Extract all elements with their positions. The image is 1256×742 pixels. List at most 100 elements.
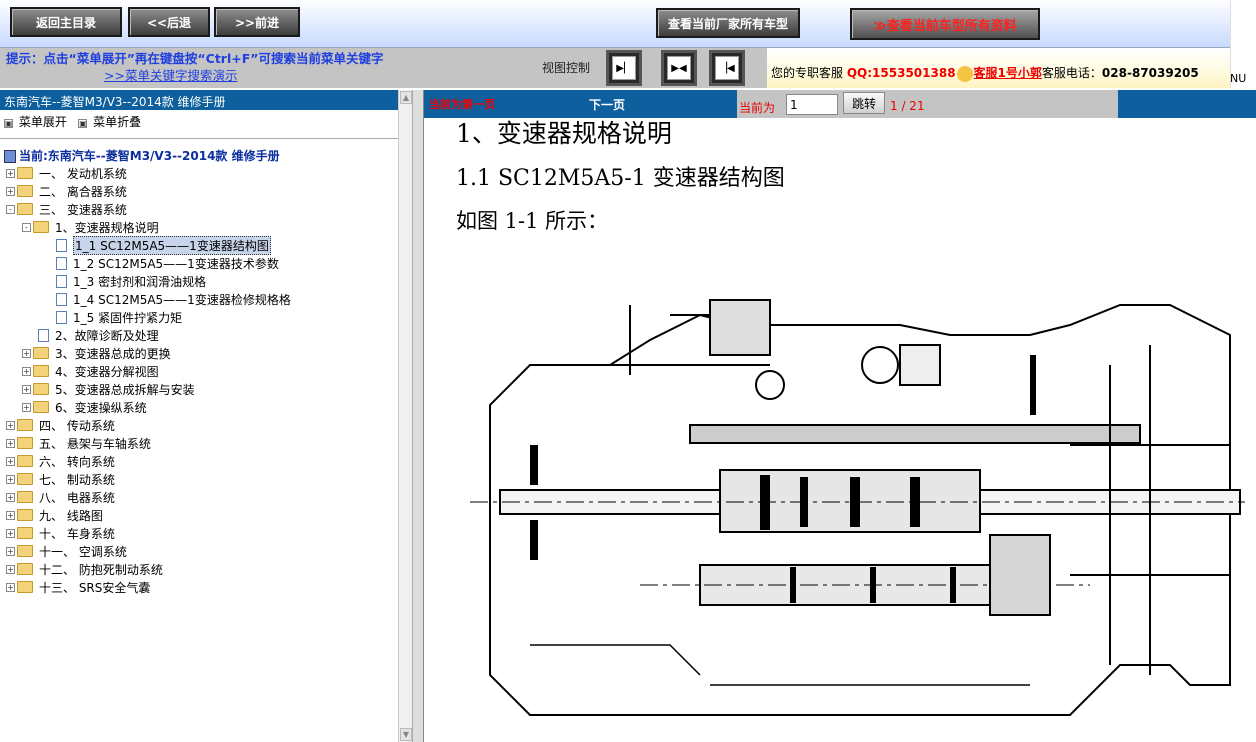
tree-item-label: 十一、 空调系统: [39, 544, 127, 559]
tree-item-label: 九、 线路图: [39, 508, 103, 523]
document-icon: [56, 292, 67, 306]
expand-node-icon[interactable]: +: [6, 474, 15, 484]
view-expand-right-button[interactable]: ▶▏: [606, 50, 642, 86]
tree-item[interactable]: 1_5 紧固件拧紧力矩: [56, 308, 182, 326]
tree-item-label: 十三、 SRS安全气囊: [39, 580, 151, 595]
current-page-label: 当前为: [739, 101, 776, 115]
expand-node-icon[interactable]: +: [22, 348, 31, 358]
back-button[interactable]: <<后退: [128, 7, 210, 37]
folder-icon: [17, 419, 33, 431]
expand-node-icon[interactable]: +: [6, 564, 15, 574]
expand-node-icon[interactable]: +: [6, 528, 15, 538]
back-main-button[interactable]: 返回主目录: [10, 7, 122, 37]
folder-icon: [17, 185, 33, 197]
folder-icon: [33, 221, 49, 233]
qq-avatar-icon[interactable]: [956, 65, 973, 82]
tree-item[interactable]: + 二、 离合器系统: [6, 182, 127, 200]
expand-node-icon[interactable]: +: [6, 492, 15, 502]
tree-root-label: 当前:东南汽车--菱智M3/V3--2014款 维修手册: [19, 149, 280, 163]
tree-item[interactable]: 1_1 SC12M5A5——1变速器结构图: [56, 235, 271, 255]
model-docs-button[interactable]: ≫查看当前车型所有资料: [850, 8, 1040, 40]
view-expand-left-button[interactable]: ▕◀: [709, 50, 745, 86]
menu-collapse-link[interactable]: 菜单折叠: [93, 115, 141, 129]
manual-title: 东南汽车--菱智M3/V3--2014款 维修手册: [0, 90, 398, 110]
next-page-link[interactable]: 下一页: [589, 96, 625, 113]
tree-item[interactable]: + 十二、 防抱死制动系统: [6, 560, 163, 578]
tree-item-label: 1_4 SC12M5A5——1变速器检修规格格: [73, 292, 291, 307]
search-demo-link[interactable]: >>菜单关键字搜索演示: [104, 65, 237, 84]
tree-item[interactable]: + 五、 悬架与车轴系统: [6, 434, 151, 452]
tree-item[interactable]: + 四、 传动系统: [6, 416, 115, 434]
tree-item[interactable]: - 三、 变速器系统: [6, 200, 127, 218]
collapse-node-icon[interactable]: -: [6, 204, 15, 214]
tree-item-label: 2、故障诊断及处理: [55, 328, 159, 343]
view-split-button[interactable]: ▶◀: [661, 50, 697, 86]
document-icon: [56, 238, 67, 252]
jump-button[interactable]: 跳转: [843, 92, 885, 114]
section-heading: 1、变速器规格说明: [456, 119, 672, 148]
contact-prefix: 您的专职客服: [771, 66, 844, 80]
view-control-label: 视图控制: [542, 61, 591, 75]
page-number-input[interactable]: [786, 94, 838, 115]
tree-item[interactable]: +5、变速器总成拆解与安装: [22, 380, 195, 398]
tree-item[interactable]: +4、变速器分解视图: [22, 362, 159, 380]
tree-item[interactable]: + 九、 线路图: [6, 506, 103, 524]
folder-icon: [17, 563, 33, 575]
current-first-page-label: 当前为第一页: [429, 98, 495, 111]
expand-node-icon[interactable]: +: [6, 510, 15, 520]
expand-node-icon[interactable]: +: [22, 402, 31, 412]
tree-item-label: 6、变速操纵系统: [55, 400, 147, 415]
expand-node-icon[interactable]: +: [6, 438, 15, 448]
menu-scrollbar[interactable]: ▲ ▼: [398, 90, 412, 742]
arrow-left-icon: ▕◀: [715, 56, 739, 80]
tree-item-label: 3、变速器总成的更换: [55, 346, 171, 361]
tree-item[interactable]: + 一、 发动机系统: [6, 164, 127, 182]
service-agent-link[interactable]: 客服1号小郭: [974, 66, 1042, 80]
menu-expand-link[interactable]: 菜单展开: [19, 115, 67, 129]
tree-item[interactable]: + 六、 转向系统: [6, 452, 115, 470]
folder-icon: [33, 347, 49, 359]
tree-item[interactable]: + 十、 车身系统: [6, 524, 115, 542]
all-models-button[interactable]: 查看当前厂家所有车型: [656, 8, 800, 38]
tree-item[interactable]: + 七、 制动系统: [6, 470, 115, 488]
qq-number[interactable]: QQ:1553501388: [847, 66, 956, 80]
tree-item-label: 1_2 SC12M5A5——1变速器技术参数: [73, 256, 279, 271]
panel-splitter[interactable]: [412, 90, 424, 742]
forward-button[interactable]: >>前进: [214, 7, 300, 37]
expand-node-icon[interactable]: +: [22, 384, 31, 394]
expand-node-icon[interactable]: +: [6, 456, 15, 466]
folder-icon: [17, 527, 33, 539]
tree-item[interactable]: +6、变速操纵系统: [22, 398, 147, 416]
tree-item[interactable]: 1_3 密封剂和润滑油规格: [56, 272, 206, 290]
tree-root[interactable]: 当前:东南汽车--菱智M3/V3--2014款 维修手册: [4, 147, 280, 164]
folder-icon: [33, 365, 49, 377]
tree-item[interactable]: +3、变速器总成的更换: [22, 344, 171, 362]
folder-icon: [33, 401, 49, 413]
expand-node-icon[interactable]: +: [6, 168, 15, 178]
expand-icon: ▣: [4, 119, 13, 128]
expand-node-icon[interactable]: +: [22, 366, 31, 376]
document-icon: [56, 274, 67, 288]
tree-item[interactable]: 1_4 SC12M5A5——1变速器检修规格格: [56, 290, 291, 308]
tree-item[interactable]: + 八、 电器系统: [6, 488, 115, 506]
tree-item[interactable]: + 十一、 空调系统: [6, 542, 127, 560]
folder-icon: [33, 383, 49, 395]
folder-icon: [17, 203, 33, 215]
phone-number: 028-87039205: [1101, 66, 1199, 80]
tree-item[interactable]: + 十三、 SRS安全气囊: [6, 578, 150, 596]
expand-node-icon[interactable]: +: [6, 420, 15, 430]
expand-node-icon[interactable]: +: [6, 582, 15, 592]
tree-item-label: 十二、 防抱死制动系统: [39, 562, 163, 577]
collapse-icon: ▣: [78, 119, 88, 128]
expand-node-icon[interactable]: +: [6, 186, 15, 196]
collapse-node-icon[interactable]: -: [22, 222, 31, 232]
tree-item-label: 四、 传动系统: [39, 418, 115, 433]
figure-reference: 如图 1-1 所示：: [456, 209, 609, 233]
expand-node-icon[interactable]: +: [6, 546, 15, 556]
tree-item[interactable]: - 1、变速器规格说明: [22, 218, 159, 236]
scroll-down-icon[interactable]: ▼: [400, 728, 412, 741]
tree-item[interactable]: 2、故障诊断及处理: [38, 326, 159, 344]
tree-item-label: 1_1 SC12M5A5——1变速器结构图: [73, 235, 271, 255]
tree-item[interactable]: 1_2 SC12M5A5——1变速器技术参数: [56, 254, 279, 272]
scroll-up-icon[interactable]: ▲: [400, 91, 412, 104]
